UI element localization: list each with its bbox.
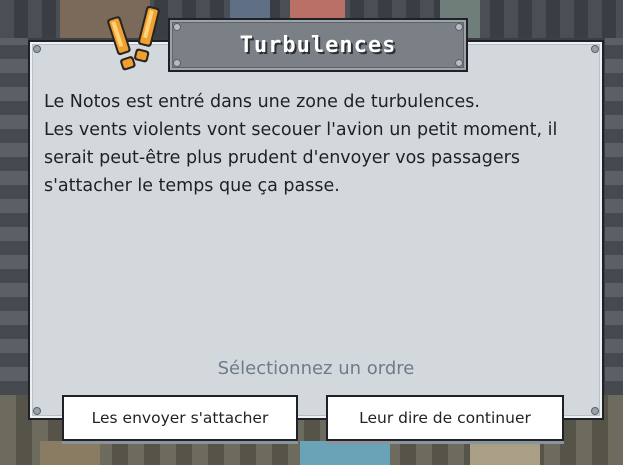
background-tile	[300, 441, 390, 465]
rivet	[173, 23, 181, 31]
exclamation-alert-icon	[107, 5, 160, 71]
dialog-title-plate: Turbulences	[168, 18, 468, 72]
rivet	[455, 23, 463, 31]
message-line: Les vents violents vont secouer l'avion …	[44, 120, 558, 196]
rivet	[173, 59, 181, 67]
rivet	[455, 59, 463, 67]
tell-passengers-continue-button[interactable]: Leur dire de continuer	[326, 395, 564, 441]
rivet	[591, 45, 599, 53]
rivet	[33, 407, 41, 415]
dialog-message: Le Notos est entré dans une zone de turb…	[44, 88, 584, 200]
rivet	[591, 407, 599, 415]
dialog-title: Turbulences	[239, 32, 397, 58]
background-tile	[470, 441, 540, 465]
background-tile	[40, 441, 100, 465]
order-prompt: Sélectionnez un ordre	[217, 358, 415, 379]
rivet	[33, 45, 41, 53]
send-passengers-buckle-button[interactable]: Les envoyer s'attacher	[62, 395, 298, 441]
message-line: Le Notos est entré dans une zone de turb…	[44, 92, 480, 112]
